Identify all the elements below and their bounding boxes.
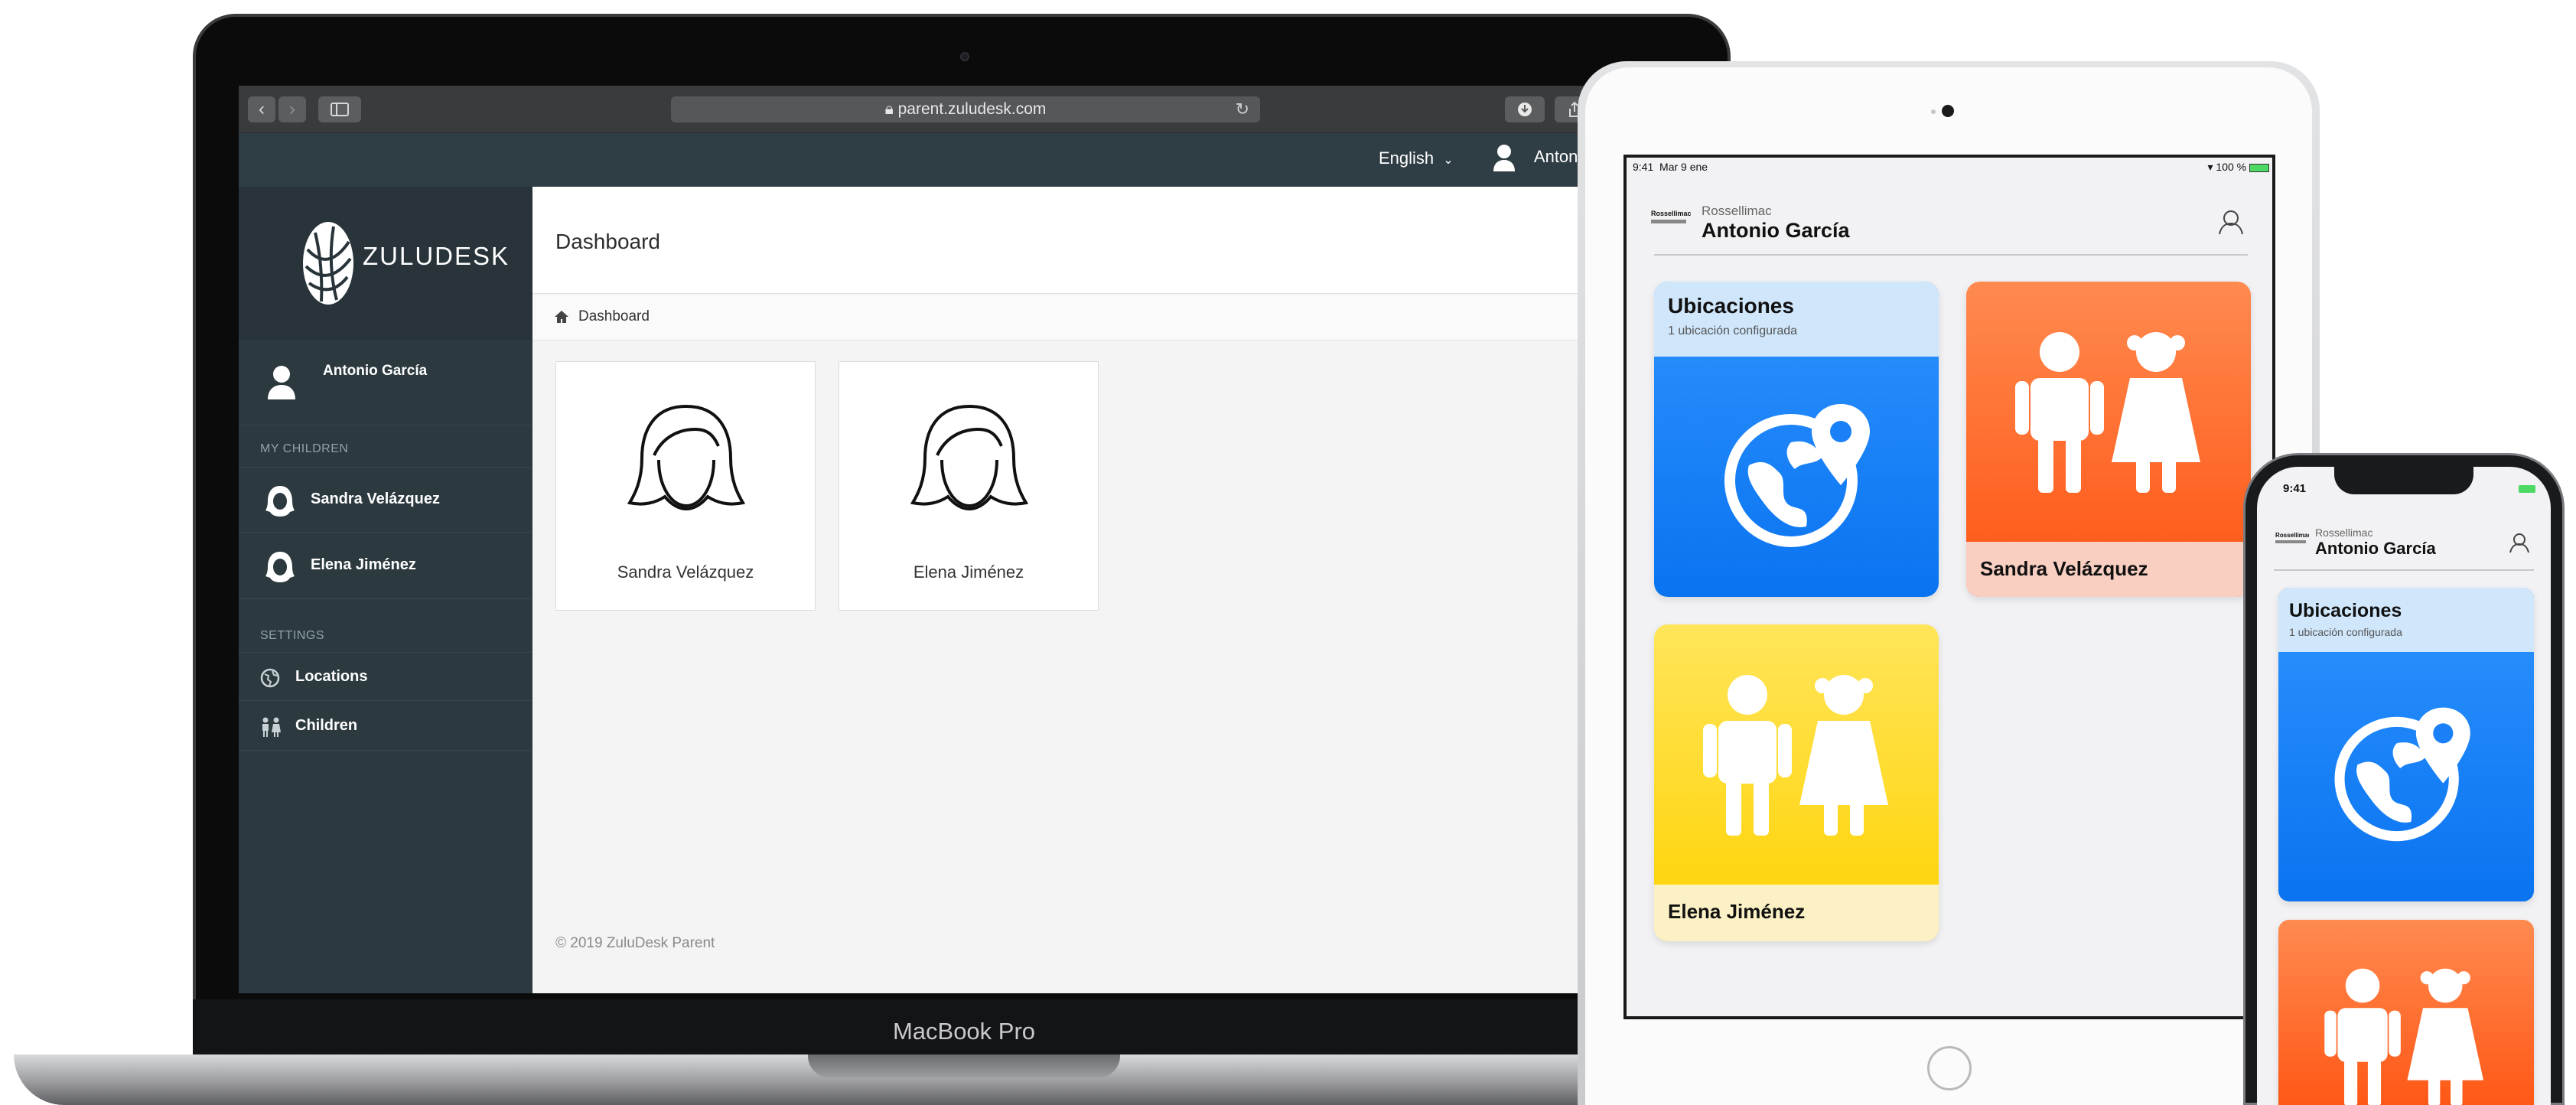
status-date: Mar 9 ene — [1659, 161, 1708, 173]
ipad-sensor — [1931, 109, 1936, 114]
tile-subtitle: 1 ubicación configurada — [2289, 626, 2402, 638]
url-text: parent.zuludesk.com — [897, 100, 1047, 118]
user-menu[interactable]: Antonio — [1492, 144, 1591, 171]
children-icon — [1703, 675, 1888, 836]
org-name: Rossellimac — [1702, 204, 1772, 218]
tile-title: Ubicaciones — [2289, 600, 2402, 621]
tile-sandra[interactable] — [2278, 920, 2534, 1105]
page-title: Dashboard — [555, 230, 660, 253]
org-name: Rossellimac — [2315, 526, 2373, 539]
macbook-notch — [808, 1054, 1120, 1077]
child-card-elena[interactable]: Elena Jiménez — [839, 361, 1099, 611]
sidebar-item-label: Locations — [295, 668, 368, 685]
status-time: 9:41 — [1633, 161, 1654, 173]
tile-ubicaciones[interactable]: Ubicaciones 1 ubicación configurada — [1654, 282, 1939, 597]
reload-icon[interactable]: ↻ — [1236, 96, 1249, 122]
home-icon[interactable] — [554, 310, 569, 324]
children-icon — [262, 717, 281, 737]
chevron-down-icon: ⌄ — [1443, 154, 1454, 167]
children-icon — [2015, 332, 2200, 493]
sidebar-item-label: Sandra Velázquez — [311, 491, 440, 507]
child-card-name: Sandra Velázquez — [617, 562, 754, 582]
battery-icon — [2519, 485, 2535, 493]
zuludesk-logo-icon — [303, 222, 353, 305]
children-heading: MY CHILDREN — [260, 442, 349, 455]
child-card-sandra[interactable]: Sandra Velázquez — [555, 361, 816, 611]
ipad-camera — [1942, 105, 1954, 117]
ipad-status-right: ▾ 100 % — [2162, 161, 2269, 174]
globe-pin-icon — [1724, 404, 1870, 547]
app-topbar: English ⌄ Antonio — [239, 133, 1692, 187]
org-logo-icon: Rossellimac — [1651, 210, 1691, 223]
logo-area: ZULUDESK — [239, 187, 532, 340]
iphone-notch — [2334, 467, 2473, 494]
address-bar[interactable]: 🔒︎ parent.zuludesk.com ↻ — [671, 96, 1260, 122]
lock-icon: 🔒︎ — [884, 100, 894, 118]
tile-subtitle: 1 ubicación configurada — [1668, 324, 1798, 337]
iphone-status-time: 9:41 — [2283, 482, 2307, 495]
tile-title: Ubicaciones — [1668, 294, 1794, 318]
sidebar-toggle-button[interactable] — [318, 96, 361, 122]
divider — [2274, 569, 2534, 571]
macbook-camera — [960, 52, 969, 61]
sidebar-item-elena[interactable]: Elena Jiménez — [239, 533, 532, 599]
forward-button[interactable]: › — [278, 96, 306, 122]
globe-pin-icon — [2334, 707, 2470, 842]
tile-title: Elena Jiménez — [1668, 900, 1806, 923]
svg-text:Rossellimac: Rossellimac — [2275, 532, 2309, 539]
girl-avatar-icon — [627, 404, 746, 511]
browser-toolbar: ‹ › 🔒︎ parent.zuludesk.com ↻ — [239, 86, 1692, 133]
logo-text: ZULUDESK — [363, 242, 510, 270]
tile-ubicaciones[interactable]: Ubicaciones 1 ubicación configurada — [2278, 588, 2534, 901]
user-icon — [268, 366, 295, 399]
sidebar-item-children[interactable]: Children — [239, 702, 532, 751]
language-selector[interactable]: English ⌄ — [1379, 148, 1454, 168]
sidebar-icon — [331, 103, 349, 116]
battery-level: 100 % — [2216, 161, 2247, 173]
download-icon — [1518, 103, 1532, 116]
downloads-button[interactable] — [1505, 96, 1545, 122]
iphone-user-name: Antonio García — [2315, 539, 2436, 558]
ipad-status-time: 9:41 Mar 9 ene — [1633, 161, 1708, 173]
sidebar-item-sandra[interactable]: Sandra Velázquez — [239, 467, 532, 533]
macbook-screen: ‹ › 🔒︎ parent.zuludesk.com ↻ English ⌄ A… — [239, 86, 1692, 993]
profile-icon[interactable] — [2508, 531, 2531, 554]
girl-avatar-icon — [910, 404, 1029, 511]
iphone-screen: 9:41 Rossellimac Rossellimac Antonio Gar… — [2257, 467, 2551, 1105]
macbook-label: MacBook Pro — [892, 1018, 1036, 1045]
back-button[interactable]: ‹ — [248, 96, 275, 122]
tile-header — [1654, 282, 1939, 357]
girl-avatar-icon — [265, 486, 295, 517]
page-header: Dashboard — [532, 187, 1692, 294]
girl-avatar-icon — [265, 552, 295, 582]
wifi-icon: ▾ — [2207, 161, 2213, 173]
sidebar-user[interactable]: Antonio García — [239, 340, 532, 425]
sidebar-item-label: Elena Jiménez — [311, 556, 416, 573]
divider — [1654, 254, 2248, 256]
globe-icon — [260, 668, 280, 688]
svg-text:Rossellimac: Rossellimac — [1651, 210, 1691, 217]
ipad-user-name: Antonio García — [1702, 219, 1850, 242]
sidebar-item-locations[interactable]: Locations — [239, 652, 532, 701]
breadcrumb-item[interactable]: Dashboard — [578, 308, 650, 325]
tile-sandra[interactable]: Sandra Velázquez — [1966, 282, 2251, 597]
children-icon — [2324, 968, 2484, 1105]
child-card-name: Elena Jiménez — [913, 562, 1024, 582]
sidebar: ZULUDESK Antonio García MY CHILDREN Sand… — [239, 187, 532, 993]
footer-text: © 2019 ZuluDesk Parent — [555, 935, 715, 951]
profile-icon[interactable] — [2217, 208, 2245, 236]
tile-elena[interactable]: Elena Jiménez — [1654, 624, 1939, 941]
battery-icon — [2249, 163, 2269, 172]
org-logo-icon: Rossellimac — [2275, 532, 2309, 543]
language-label: English — [1379, 148, 1435, 168]
tile-title: Sandra Velázquez — [1980, 557, 2148, 580]
sidebar-item-label: Children — [295, 717, 358, 734]
breadcrumb: Dashboard — [532, 295, 1692, 341]
ipad-screen: 9:41 Mar 9 ene ▾ 100 % Rossellimac Rosse… — [1623, 155, 2275, 1019]
user-icon — [1493, 145, 1515, 171]
sidebar-user-name: Antonio García — [323, 363, 428, 379]
settings-heading: SETTINGS — [260, 629, 325, 642]
ipad-home-button[interactable] — [1927, 1046, 1972, 1090]
